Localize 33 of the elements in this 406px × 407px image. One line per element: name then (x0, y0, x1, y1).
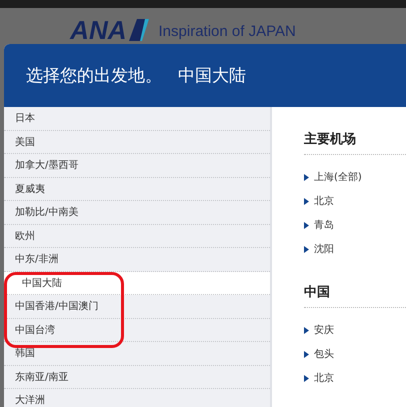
triangle-icon (304, 326, 309, 334)
region-item[interactable]: 欧州 (4, 224, 270, 248)
region-item[interactable]: 日本 (4, 107, 270, 130)
region-item[interactable]: 加拿大/墨西哥 (4, 154, 270, 178)
city-link[interactable]: 青岛 (314, 218, 334, 232)
triangle-icon (304, 374, 309, 382)
region-item[interactable]: 夏威夷 (4, 178, 270, 201)
city-link[interactable]: 包头 (314, 347, 334, 361)
triangle-icon (304, 174, 309, 180)
current-region: 中国大陆 (178, 65, 246, 87)
region-item[interactable]: 中国大陆 (4, 272, 270, 295)
group-heading: 主要机场 (304, 130, 406, 155)
group-heading: 中国 (304, 283, 406, 308)
dialog-title: 选择您的出发地。 (26, 65, 162, 87)
triangle-icon (304, 198, 309, 204)
city-link[interactable]: 北京 (314, 194, 334, 208)
region-item[interactable]: 美国 (4, 130, 270, 154)
region-item[interactable]: 加勒比/中南美 (4, 201, 270, 224)
region-item[interactable]: 中国台湾 (4, 318, 270, 342)
triangle-icon (304, 222, 309, 228)
city-link[interactable]: 安庆 (314, 323, 334, 337)
logo-text: ANA (70, 18, 127, 42)
region-item[interactable]: 大洋洲 (4, 389, 270, 407)
logo-stripe-icon (128, 19, 149, 41)
city-link[interactable]: 上海(全部) (314, 170, 362, 184)
tagline: Inspiration of JAPAN (158, 23, 296, 40)
region-item[interactable]: 东南亚/南亚 (4, 366, 270, 389)
region-item[interactable]: 韩国 (4, 342, 270, 366)
region-item[interactable]: 中国香港/中国澳门 (4, 295, 270, 318)
city-link[interactable]: 沈阳 (314, 242, 334, 256)
triangle-icon (304, 246, 309, 252)
triangle-icon (304, 350, 309, 358)
city-link[interactable]: 北京 (314, 371, 334, 385)
